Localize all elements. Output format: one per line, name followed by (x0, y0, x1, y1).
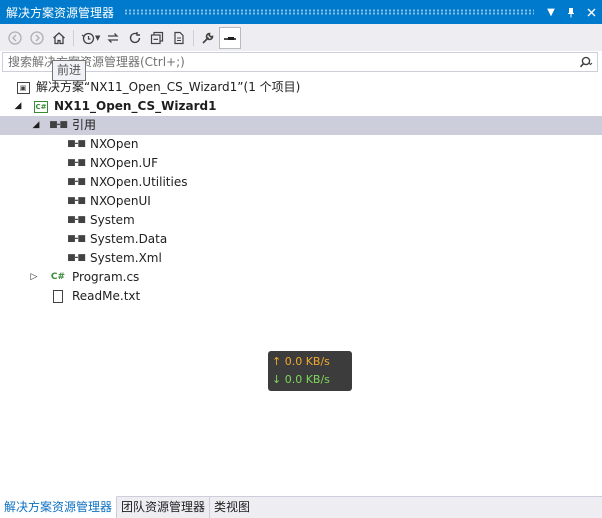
bottom-tab-strip: 解决方案资源管理器 团队资源管理器 类视图 (0, 496, 602, 518)
toolbar-separator (73, 29, 74, 46)
tree-item-reference[interactable]: ■-■ System.Data (0, 230, 602, 249)
wrench-icon (202, 32, 214, 44)
chevron-down-icon[interactable]: ▼ (95, 34, 100, 42)
tree-item-label: Program.cs (72, 270, 140, 284)
search-box (2, 52, 598, 72)
up-arrow-icon: ↑ (272, 355, 282, 368)
collapsed-triangle-icon[interactable]: ▷ (28, 268, 40, 287)
home-button[interactable] (48, 27, 70, 49)
tree-item-label: 引用 (72, 118, 97, 132)
tree-item-label: System.Xml (90, 251, 162, 265)
expanded-triangle-icon[interactable]: ◢ (30, 116, 42, 135)
tree-item-file[interactable]: ▷ C# Program.cs (0, 268, 602, 287)
search-input[interactable] (3, 53, 575, 71)
back-button[interactable] (4, 27, 26, 49)
tree-item-label: NXOpen.Utilities (90, 175, 188, 189)
show-all-files-button[interactable] (168, 27, 190, 49)
sync-with-active-document-button[interactable] (102, 27, 124, 49)
properties-button[interactable] (197, 27, 219, 49)
chevron-down-icon[interactable]: ▼ (542, 3, 560, 21)
tree-item-reference[interactable]: ■-■ NXOpen.Utilities (0, 173, 602, 192)
tree-item-label: 解决方案“NX11_Open_CS_Wizard1”(1 个项目) (36, 80, 301, 94)
expanded-triangle-icon[interactable]: ◢ (12, 97, 24, 116)
close-icon[interactable] (582, 3, 600, 21)
titlebar-grip (124, 9, 534, 15)
tree-item-label: NXOpenUI (90, 194, 151, 208)
history-icon (81, 32, 95, 44)
tree-item-label: NX11_Open_CS_Wizard1 (54, 99, 217, 113)
tree-item-label: System.Data (90, 232, 168, 246)
forward-arrow-icon (30, 30, 44, 45)
search-icon[interactable] (575, 56, 597, 68)
toolbar-separator (193, 29, 195, 46)
home-icon (53, 31, 65, 44)
collapse-all-button[interactable] (146, 27, 168, 49)
reference-icon: ■-■ (67, 158, 86, 168)
preview-selected-button[interactable] (219, 26, 242, 49)
tree-item-references[interactable]: ◢ ■-■ 引用 (0, 116, 602, 135)
tree-item-reference[interactable]: ■-■ NXOpen.UF (0, 154, 602, 173)
down-arrow-icon: ↓ (272, 373, 282, 386)
tree-item-label: ReadMe.txt (72, 289, 141, 303)
sync-icon (107, 32, 119, 43)
reference-icon: ■-■ (67, 139, 86, 149)
tree-item-label: NXOpen.UF (90, 156, 158, 170)
network-speed-widget[interactable]: ↑ 0.0 KB/s ↓ 0.0 KB/s (268, 351, 352, 391)
tree-item-solution[interactable]: ▣ 解决方案“NX11_Open_CS_Wizard1”(1 个项目) (0, 78, 602, 97)
reference-icon: ■-■ (67, 234, 86, 244)
download-speed-value: 0.0 KB/s (284, 373, 330, 386)
refresh-icon (130, 31, 141, 43)
reference-icon: ■-■ (67, 177, 86, 187)
tree-item-file[interactable]: ReadMe.txt (0, 287, 602, 306)
window-title: 解决方案资源管理器 (6, 5, 115, 20)
solution-icon: ▣ (15, 80, 31, 95)
reference-icon: ■-■ (67, 196, 86, 206)
tree-item-reference[interactable]: ■-■ NXOpen (0, 135, 602, 154)
reference-icon: ■-■ (67, 253, 86, 263)
tree-item-project[interactable]: ◢ C# NX11_Open_CS_Wizard1 (0, 97, 602, 116)
tab-team-explorer[interactable]: 团队资源管理器 (117, 497, 211, 518)
reference-icon: ■-■ (67, 215, 86, 225)
csharp-project-icon: C# (34, 100, 48, 113)
upload-speed-value: 0.0 KB/s (284, 355, 330, 368)
text-file-icon (50, 289, 66, 304)
upload-speed: ↑ 0.0 KB/s (272, 353, 348, 371)
collapse-all-icon (151, 31, 164, 44)
tool-window-titlebar[interactable]: 解决方案资源管理器 ▼ (0, 0, 602, 24)
tree-item-reference[interactable]: ■-■ NXOpenUI (0, 192, 602, 211)
back-arrow-icon (8, 30, 22, 45)
tree-item-reference[interactable]: ■-■ System (0, 211, 602, 230)
preview-icon (224, 36, 237, 40)
show-all-files-icon (174, 31, 184, 44)
pin-icon[interactable] (562, 3, 580, 21)
tab-class-view[interactable]: 类视图 (210, 497, 254, 518)
tab-solution-explorer[interactable]: 解决方案资源管理器 (0, 496, 118, 518)
download-speed: ↓ 0.0 KB/s (272, 371, 348, 389)
tree-item-label: System (90, 213, 135, 227)
refresh-button[interactable] (124, 27, 146, 49)
tree-item-label: NXOpen (90, 137, 139, 151)
references-icon: ■-■ (49, 120, 68, 130)
csharp-file-icon: C# (50, 272, 66, 282)
forward-button[interactable] (26, 27, 48, 49)
solution-explorer-toolbar: ▼ (0, 24, 602, 51)
tree-item-reference[interactable]: ■-■ System.Xml (0, 249, 602, 268)
